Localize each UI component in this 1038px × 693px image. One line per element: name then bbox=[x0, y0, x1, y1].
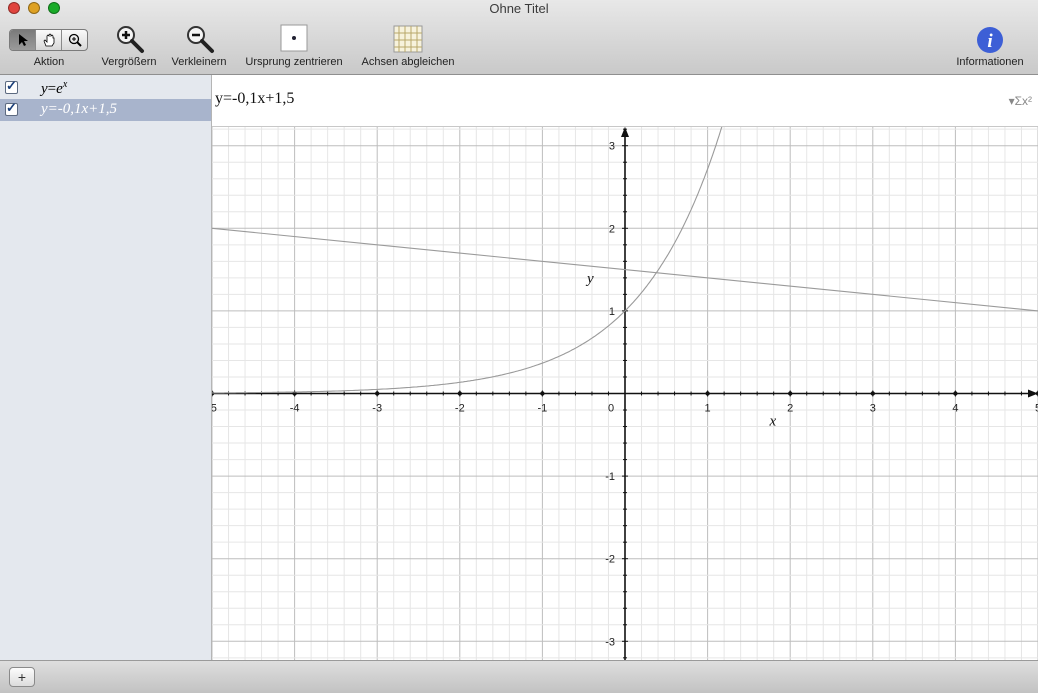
x-tick-label: 2 bbox=[787, 403, 793, 415]
function-expression: y=ex bbox=[41, 79, 68, 97]
x-tick-label: 3 bbox=[870, 403, 876, 415]
x-tick-dot bbox=[375, 391, 380, 396]
center-origin-button[interactable] bbox=[280, 24, 308, 57]
x-tick-dot bbox=[788, 391, 793, 396]
function-expression: y=-0,1x+1,5 bbox=[41, 101, 118, 117]
zoom-out-icon bbox=[187, 26, 214, 53]
series-line bbox=[212, 127, 723, 394]
x-tick-dot bbox=[705, 391, 710, 396]
y-tick-label: -1 bbox=[605, 471, 615, 483]
formula-text[interactable]: y=-0,1x+1,5 bbox=[215, 90, 294, 108]
x-tick-label: 4 bbox=[952, 403, 958, 415]
x-tick-dot bbox=[457, 391, 462, 396]
x-tick-label: -3 bbox=[372, 403, 382, 415]
x-tick-dot bbox=[953, 391, 958, 396]
hand-tool-icon[interactable] bbox=[36, 30, 62, 50]
y-tick-label: -2 bbox=[605, 554, 615, 566]
plot-canvas[interactable]: -5-4-3-2-1012345321-1-2-3xy bbox=[212, 127, 1038, 660]
x-tick-label: 1 bbox=[705, 403, 711, 415]
x-tick-label: -4 bbox=[290, 403, 300, 415]
function-row-linear[interactable]: ✓ y=-0,1x+1,5 bbox=[0, 99, 211, 121]
y-tick-label: -3 bbox=[605, 636, 615, 648]
center-origin-icon bbox=[280, 24, 308, 52]
x-axis-label: x bbox=[769, 414, 777, 430]
formula-editor[interactable]: y=-0,1x+1,5 ▾Σx² bbox=[212, 75, 1038, 127]
y-tick-label: 1 bbox=[609, 306, 615, 318]
x-tick-label: -2 bbox=[455, 403, 465, 415]
action-label: Aktion bbox=[33, 56, 65, 68]
x-tick-label: -1 bbox=[538, 403, 548, 415]
zoom-in-button[interactable] bbox=[115, 24, 145, 59]
equalize-axes-label[interactable]: Achsen abgleichen bbox=[362, 56, 455, 68]
ruler-grid-icon bbox=[393, 25, 423, 53]
info-icon: i bbox=[977, 27, 1003, 53]
zoom-out-label[interactable]: Verkleinern bbox=[171, 56, 226, 68]
svg-text:i: i bbox=[987, 31, 993, 52]
equalize-axes-button[interactable] bbox=[393, 24, 423, 59]
y-axis-label: y bbox=[585, 271, 594, 287]
y-tick-label: 3 bbox=[609, 141, 615, 153]
sigma-menu-icon[interactable]: ▾Σx² bbox=[1009, 94, 1032, 108]
action-segmented-control[interactable] bbox=[9, 29, 88, 51]
arrow-tool-icon[interactable] bbox=[10, 30, 36, 50]
zoom-out-button[interactable] bbox=[185, 24, 215, 59]
add-function-button[interactable]: + bbox=[9, 667, 35, 687]
x-tick-dot bbox=[540, 391, 545, 396]
function-row-exp[interactable]: ✓ y=ex bbox=[0, 77, 211, 99]
function-checkbox[interactable]: ✓ bbox=[5, 78, 18, 94]
graph-plot[interactable]: -5-4-3-2-1012345321-1-2-3xy bbox=[212, 127, 1038, 660]
bottom-bar: + bbox=[0, 660, 1038, 693]
y-tick-label: 2 bbox=[609, 223, 615, 235]
center-origin-label[interactable]: Ursprung zentrieren bbox=[245, 56, 342, 68]
x-tick-dot bbox=[870, 391, 875, 396]
x-tick-dot bbox=[212, 391, 215, 396]
magnifier-tool-icon[interactable] bbox=[62, 30, 87, 50]
title-bar: Ohne Titel Aktion Vergrößern Verkleinern… bbox=[0, 0, 1038, 75]
y-axis-arrow bbox=[621, 127, 629, 137]
zoom-in-icon bbox=[117, 26, 144, 53]
info-label[interactable]: Informationen bbox=[956, 56, 1023, 68]
zoom-in-label[interactable]: Vergrößern bbox=[101, 56, 156, 68]
x-tick-label: -5 bbox=[212, 403, 217, 415]
function-checkbox[interactable]: ✓ bbox=[5, 100, 18, 116]
x-tick-label: 0 bbox=[608, 403, 614, 415]
info-button[interactable]: i bbox=[976, 26, 1004, 59]
function-list: ✓ y=ex ✓ y=-0,1x+1,5 bbox=[0, 75, 212, 660]
window-title: Ohne Titel bbox=[489, 1, 549, 16]
